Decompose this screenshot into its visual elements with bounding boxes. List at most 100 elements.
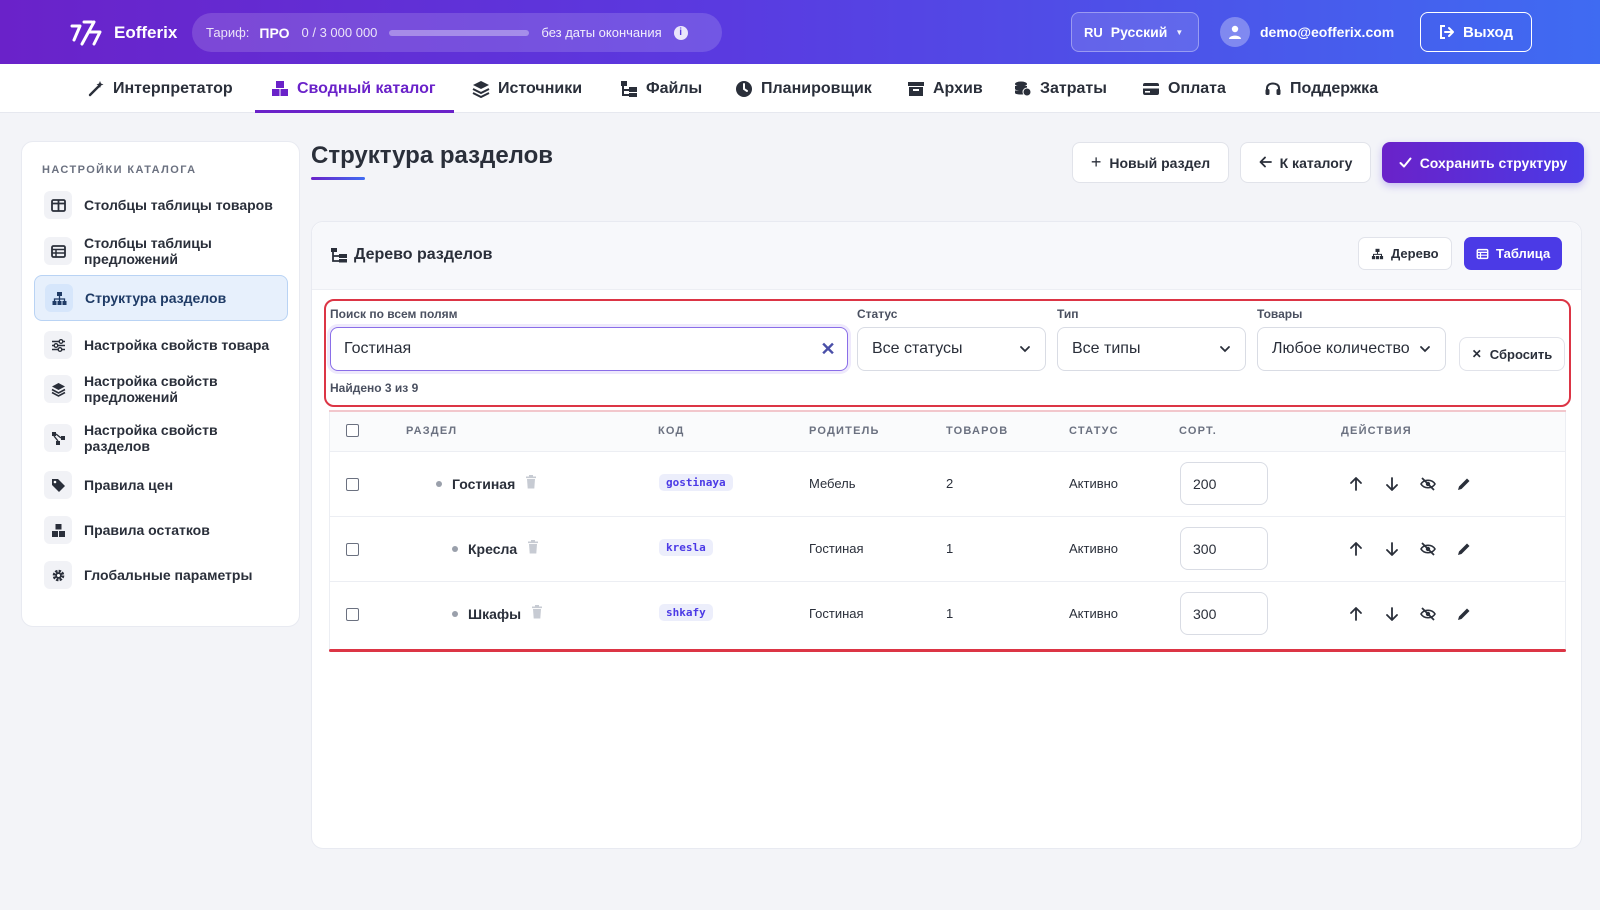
arrow-left-icon [1259,155,1272,171]
sidebar-item-section-properties[interactable]: Настройка свойств разделов [34,418,288,458]
move-down-icon[interactable] [1382,474,1402,494]
reset-label: Сбросить [1489,346,1553,362]
clear-search-icon[interactable]: ✕ [818,339,838,359]
eye-slash-icon[interactable] [1418,539,1438,559]
edit-icon[interactable] [1454,539,1474,559]
section-name-cell[interactable]: Гостиная [436,475,537,492]
status-select-value: Все статусы [872,340,963,357]
nav-files[interactable]: Файлы [620,64,702,113]
sitemap-icon [1371,248,1384,259]
app-logo[interactable]: Eofferix [70,20,177,46]
user-menu[interactable]: demo@eofferix.com [1220,17,1394,47]
trash-icon[interactable] [525,475,537,492]
back-to-catalog-label: К каталогу [1279,154,1353,171]
eye-slash-icon[interactable] [1418,604,1438,624]
section-name: Гостиная [452,475,516,492]
chevron-down-icon [1220,346,1230,353]
sign-out-icon [1439,25,1454,39]
code-badge: gostinaya [659,474,733,491]
app-name: Eofferix [114,23,178,42]
nav-interpreter[interactable]: Интерпретатор [87,64,233,113]
nav-archive[interactable]: Архив [907,64,983,113]
info-icon[interactable]: i [673,25,688,40]
goods-select[interactable]: Любое количество [1257,327,1446,371]
search-input[interactable] [330,327,848,371]
nav-label: Затраты [1040,79,1107,97]
sort-input[interactable] [1180,592,1268,635]
chevron-down-icon [1020,346,1030,353]
sort-input[interactable] [1180,527,1268,570]
nav-label: Планировщик [761,79,872,97]
row-checkbox[interactable] [346,608,359,621]
sidebar-item-product-columns[interactable]: Столбцы таблицы товаров [34,188,288,222]
section-name-cell[interactable]: Кресла [452,540,539,557]
code-cell: kresla [659,539,713,556]
nav-sources[interactable]: Источники [472,64,582,113]
type-select[interactable]: Все типы [1057,327,1246,371]
move-up-icon[interactable] [1346,474,1366,494]
sidebar-title: НАСТРОЙКИ КАТАЛОГА [42,164,197,176]
language-selector[interactable]: RU Русский ▼ [1071,12,1199,52]
sidebar-item-label: Правила цен [84,477,174,493]
nav-costs[interactable]: Затраты [1014,64,1107,113]
parent-cell: Мебель [809,476,856,491]
nav-label: Источники [498,79,583,97]
code-badge: shkafy [659,604,713,621]
trash-icon[interactable] [527,540,539,557]
caret-down-icon: ▼ [1175,27,1184,37]
sidebar-item-section-structure[interactable]: Структура разделов [34,275,288,321]
col-header-status: СТАТУС [1069,425,1119,437]
nav-support[interactable]: Поддержка [1264,64,1378,113]
back-to-catalog-button[interactable]: К каталогу [1240,142,1371,183]
sidebar-item-label: Настройка свойств товара [84,337,270,353]
code-cell: gostinaya [659,474,733,491]
search-label: Поиск по всем полям [330,307,458,321]
sidebar-item-label: Столбцы таблицы предложений [84,235,212,267]
type-select-value: Все типы [1072,340,1141,357]
sidebar-item-price-rules[interactable]: Правила цен [34,468,288,502]
view-tree-button[interactable]: Дерево [1358,237,1452,270]
select-all-checkbox[interactable] [346,424,359,437]
table-highlight-bottom [329,649,1566,652]
layers-icon [44,375,72,403]
nav-catalog[interactable]: Сводный каталог [271,64,436,113]
cubes-icon [272,80,288,96]
sidebar-item-label: Глобальные параметры [84,567,253,583]
move-up-icon[interactable] [1346,539,1366,559]
move-down-icon[interactable] [1382,604,1402,624]
edit-icon[interactable] [1454,474,1474,494]
nav-payment[interactable]: Оплата [1142,64,1226,113]
nav-label: Оплата [1168,79,1226,97]
row-checkbox[interactable] [346,478,359,491]
edit-icon[interactable] [1454,604,1474,624]
sidebar-item-product-properties[interactable]: Настройка свойств товара [34,328,288,362]
sort-input[interactable] [1180,462,1268,505]
move-up-icon[interactable] [1346,604,1366,624]
row-checkbox[interactable] [346,543,359,556]
sidebar-item-offer-columns[interactable]: Столбцы таблицы предложений [34,231,288,271]
trash-icon[interactable] [531,605,543,622]
view-table-label: Таблица [1496,246,1551,261]
logout-button[interactable]: Выход [1420,12,1532,52]
save-structure-button[interactable]: Сохранить структуру [1382,142,1584,183]
folder-tree-icon [331,248,347,263]
plan-label: Тариф: [206,25,250,40]
card-title: Дерево разделов [330,246,492,264]
sidebar-item-global-params[interactable]: Глобальные параметры [34,558,288,592]
sidebar-item-offer-properties[interactable]: Настройка свойств предложений [34,369,288,409]
goods-select-value: Любое количество [1272,340,1410,357]
move-down-icon[interactable] [1382,539,1402,559]
status-select[interactable]: Все статусы [857,327,1046,371]
goods-cell: 1 [946,606,954,621]
section-name-cell[interactable]: Шкафы [452,605,543,622]
reset-filters-button[interactable]: ✕ Сбросить [1459,337,1565,371]
status-cell: Активно [1069,606,1119,621]
new-section-button[interactable]: + Новый раздел [1072,142,1229,183]
view-table-button[interactable]: Таблица [1464,237,1563,270]
headset-icon [1265,82,1281,95]
col-header-actions: ДЕЙСТВИЯ [1341,425,1412,437]
type-label: Тип [1057,307,1079,321]
eye-slash-icon[interactable] [1418,474,1438,494]
sidebar-item-stock-rules[interactable]: Правила остатков [34,513,288,547]
nav-scheduler[interactable]: Планировщик [735,64,872,113]
